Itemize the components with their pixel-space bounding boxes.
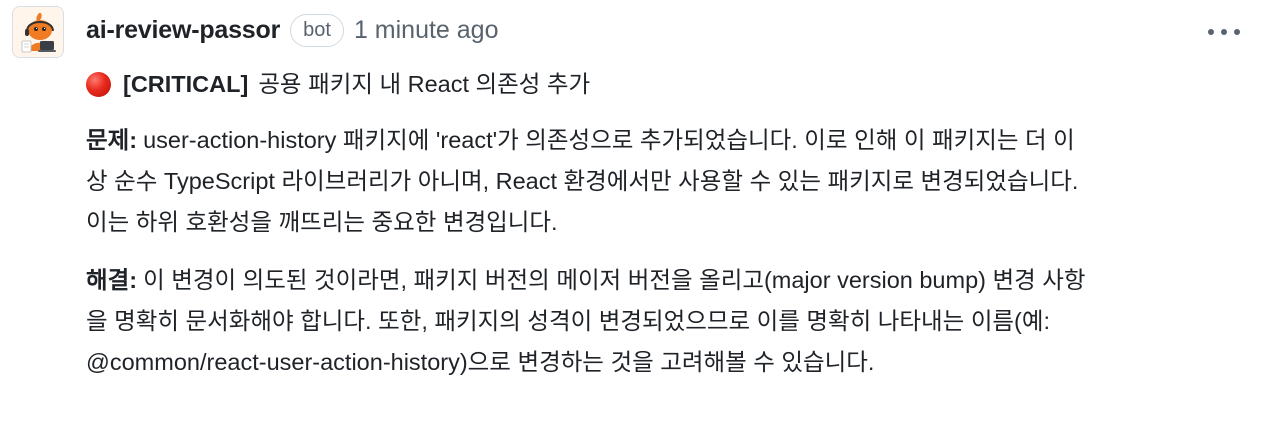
severity-tag: [CRITICAL] <box>123 70 249 97</box>
problem-label: 문제: <box>86 127 138 153</box>
comment-body: [CRITICAL] 공용 패키지 내 React 의존성 추가 문제: user… <box>86 62 1251 383</box>
solution-paragraph: 해결: 이 변경이 의도된 것이라면, 패키지 버전의 메이저 버전을 올리고(m… <box>86 260 1251 383</box>
more-options-button[interactable] <box>1204 14 1244 50</box>
avatar[interactable] <box>12 6 64 58</box>
solution-line: @common/react-user-action-history)으로 변경하… <box>86 349 875 375</box>
solution-line: 해결: 이 변경이 의도된 것이라면, 패키지 버전의 메이저 버전을 올리고(m… <box>86 260 1251 301</box>
kebab-horizontal-icon <box>1208 29 1240 35</box>
bot-badge: bot <box>290 13 344 47</box>
comment-header: ai-review-passor bot 1 minute ago <box>86 10 498 50</box>
bot-mascot-avatar-icon <box>13 7 63 57</box>
title-text: 공용 패키지 내 React 의존성 추가 <box>258 70 591 97</box>
red-circle-icon <box>86 71 111 97</box>
solution-line: 을 명확히 문서화해야 합니다. 또한, 패키지의 성격이 변경되었으므로 이를… <box>86 308 1051 334</box>
problem-text: user-action-history 패키지에 'react'가 의존성으로 … <box>143 127 1075 153</box>
problem-line: 상 순수 TypeScript 라이브러리가 아니며, React 환경에서만 … <box>86 168 1079 194</box>
review-comment: ai-review-passor bot 1 minute ago [CRITI… <box>0 0 1268 430</box>
timestamp[interactable]: 1 minute ago <box>354 16 499 45</box>
problem-line: 이는 하위 호환성을 깨뜨리는 중요한 변경입니다. <box>86 209 558 235</box>
author-link[interactable]: ai-review-passor <box>86 16 280 45</box>
problem-paragraph: 문제: user-action-history 패키지에 'react'가 의존성… <box>86 120 1251 243</box>
problem-line: 문제: user-action-history 패키지에 'react'가 의존성… <box>86 120 1251 161</box>
solution-text: 이 변경이 의도된 것이라면, 패키지 버전의 메이저 버전을 올리고(majo… <box>143 267 1086 293</box>
review-title: [CRITICAL] 공용 패키지 내 React 의존성 추가 <box>86 62 1251 106</box>
solution-label: 해결: <box>86 267 138 293</box>
